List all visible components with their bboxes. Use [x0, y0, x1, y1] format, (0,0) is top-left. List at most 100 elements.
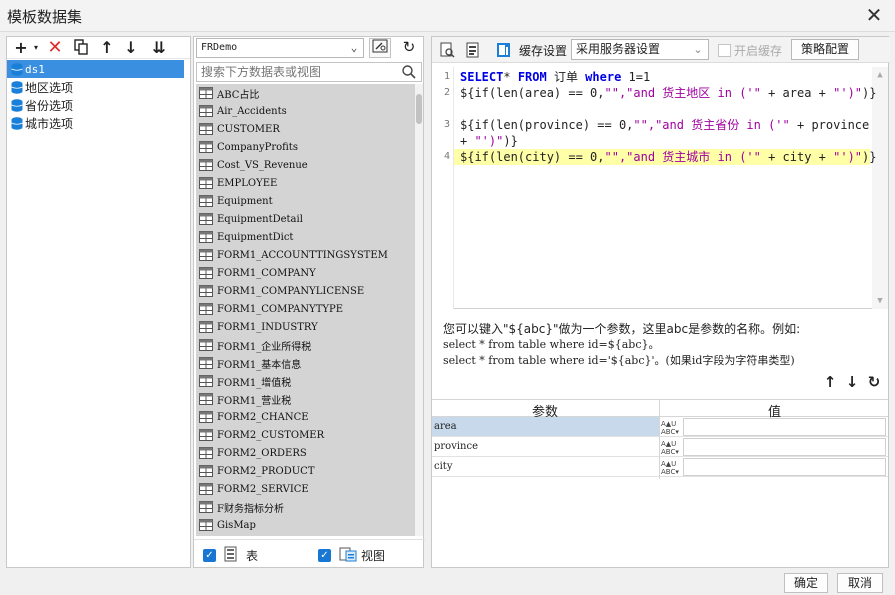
search-icon[interactable]	[401, 64, 417, 80]
parameter-table: 参数 值 area A▲U ABC▾ province A▲U ABC▾ city A▲U AB…	[432, 399, 888, 477]
table-search-input[interactable]	[197, 63, 397, 81]
show-tables-checkbox[interactable]: ✓	[203, 549, 216, 562]
connection-select[interactable]: FRDemo ⌄	[196, 38, 364, 58]
value-type-icon[interactable]: A▲UABC▾	[660, 458, 682, 476]
sql-line: 2 ${if(len(area) == 0,"","and 货主地区 in ('"…	[432, 85, 877, 101]
param-value-input[interactable]	[683, 438, 886, 456]
table-name: Equipment	[217, 195, 273, 207]
sql-code: + "')")}	[460, 133, 518, 149]
sort-icon[interactable]: ⇊	[149, 39, 169, 57]
sql-token: 订单	[546, 70, 586, 84]
connection-row: FRDemo ⌄ ↻	[194, 37, 425, 59]
table-list-item[interactable]: F财务指标分析	[196, 498, 415, 516]
sql-token: "","and 货主省份 in ('"	[633, 118, 790, 132]
param-move-up-icon[interactable]: ↑	[820, 373, 840, 391]
show-views-checkbox[interactable]: ✓	[318, 549, 331, 562]
sql-file-icon[interactable]	[465, 42, 480, 58]
table-icon	[199, 465, 213, 477]
table-icon	[199, 429, 213, 441]
table-list-item[interactable]: FORM1_企业所得税	[196, 336, 415, 354]
table-icon	[199, 213, 213, 225]
table-name: FORM1_ACCOUNTTINGSYSTEM	[217, 249, 388, 261]
table-list-item[interactable]: CUSTOMER	[196, 120, 415, 138]
sql-token: + province	[789, 118, 870, 132]
copy-icon[interactable]	[71, 39, 91, 57]
table-list-item[interactable]: EquipmentDict	[196, 228, 415, 246]
parameter-row[interactable]: area A▲U ABC▾	[432, 417, 888, 437]
move-down-icon[interactable]: ↓	[121, 39, 141, 57]
strategy-config-button[interactable]: 策略配置	[791, 39, 859, 60]
table-list-item[interactable]: Air_Accidents	[196, 102, 415, 120]
table-list-item[interactable]: EquipmentDetail	[196, 210, 415, 228]
table-name: FORM2_PRODUCT	[217, 465, 315, 477]
table-list-item[interactable]: Equipment	[196, 192, 415, 210]
sql-token: + area +	[760, 86, 834, 100]
table-list-item[interactable]: FORM1_基本信息	[196, 354, 415, 372]
table-list-item[interactable]: FORM1_COMPANY	[196, 264, 415, 282]
line-number: 3	[443, 119, 450, 130]
preview-icon[interactable]	[440, 42, 455, 58]
table-list-item[interactable]: Cost_VS_Revenue	[196, 156, 415, 174]
table-icon	[199, 285, 213, 297]
param-move-down-icon[interactable]: ↓	[842, 373, 862, 391]
database-icon	[11, 98, 23, 112]
close-icon[interactable]: ✕	[863, 4, 885, 26]
sql-token: + city +	[760, 150, 834, 164]
table-list-scrollbar[interactable]	[415, 84, 423, 536]
cache-settings-label: 缓存设置	[519, 44, 568, 58]
table-icon	[199, 483, 213, 495]
add-dropdown-icon[interactable]: ▾	[26, 39, 46, 57]
dataset-item-province[interactable]: 省份选项	[7, 96, 190, 114]
param-value-input[interactable]	[683, 418, 886, 436]
dataset-label: 地区选项	[25, 80, 74, 95]
sql-token: "","and 货主城市 in ('"	[604, 150, 761, 164]
table-name: Cost_VS_Revenue	[217, 159, 308, 171]
scrollbar-thumb[interactable]	[416, 94, 422, 124]
value-type-icon[interactable]: A▲UABC▾	[660, 438, 682, 456]
cancel-button[interactable]: 取消	[837, 573, 883, 593]
table-list-item[interactable]: FORM1_COMPANYLICENSE	[196, 282, 415, 300]
table-list-item[interactable]: FORM1_COMPANYTYPE	[196, 300, 415, 318]
move-up-icon[interactable]: ↑	[97, 39, 117, 57]
table-list-item[interactable]: FORM2_CHANCE	[196, 408, 415, 426]
table-list-item[interactable]: ABC占比	[196, 84, 415, 102]
refresh-icon[interactable]: ↻	[398, 38, 420, 58]
dataset-item-region[interactable]: 地区选项	[7, 78, 190, 96]
cache-mode-select[interactable]: 采用服务器设置 ⌄	[571, 39, 709, 60]
sql-editor[interactable]: ▲ ▼ 1 SELECT* FROM 订单 where 1=1 2 ${if(len(…	[432, 67, 888, 309]
table-list-item[interactable]: FORM2_ORDERS	[196, 444, 415, 462]
editor-scrollbar[interactable]: ▲ ▼	[872, 67, 888, 309]
parameter-hint: 您可以键入"${abc}"做为一个参数，这里abc是参数的名称。例如: sele…	[443, 321, 800, 369]
sql-token: SELECT	[460, 70, 504, 84]
table-list-item[interactable]: FORM1_INDUSTRY	[196, 318, 415, 336]
scroll-down-icon[interactable]: ▼	[872, 296, 888, 306]
table-list-item[interactable]: GisMap	[196, 516, 415, 534]
parameter-row[interactable]: city A▲U ABC▾	[432, 457, 888, 477]
table-list-item[interactable]: FORM2_PRODUCT	[196, 462, 415, 480]
ok-button[interactable]: 确定	[784, 573, 828, 593]
chevron-down-icon: ⌄	[350, 41, 358, 54]
table-list-item[interactable]: FORM2_SERVICE	[196, 480, 415, 498]
table-icon	[199, 231, 213, 243]
sql-token: where	[585, 70, 622, 84]
table-icon	[199, 267, 213, 279]
table-list-item[interactable]: FORM1_ACCOUNTTINGSYSTEM	[196, 246, 415, 264]
database-icon	[11, 80, 23, 94]
table-list-item[interactable]: FORM1_营业税	[196, 390, 415, 408]
table-list-item[interactable]: FORM1_增值税	[196, 372, 415, 390]
scroll-up-icon[interactable]: ▲	[872, 70, 888, 80]
dataset-item-ds1[interactable]: ds1	[7, 60, 184, 78]
enable-cache-checkbox[interactable]: 开启缓存	[718, 42, 782, 59]
param-value-input[interactable]	[683, 458, 886, 476]
parameter-row[interactable]: province A▲U ABC▾	[432, 437, 888, 457]
value-type-icon[interactable]: A▲UABC▾	[660, 418, 682, 436]
connection-edit-button[interactable]	[369, 38, 391, 58]
dataset-item-city[interactable]: 城市选项	[7, 114, 190, 132]
table-list-item[interactable]: FORM2_CUSTOMER	[196, 426, 415, 444]
table-list-item[interactable]: CompanyProfits	[196, 138, 415, 156]
delete-icon[interactable]: ✕	[45, 39, 65, 57]
sql-token: )}	[862, 150, 877, 164]
table-name: FORM1_营业税	[217, 395, 292, 407]
table-list-item[interactable]: EMPLOYEE	[196, 174, 415, 192]
param-refresh-icon[interactable]: ↻	[864, 373, 884, 391]
